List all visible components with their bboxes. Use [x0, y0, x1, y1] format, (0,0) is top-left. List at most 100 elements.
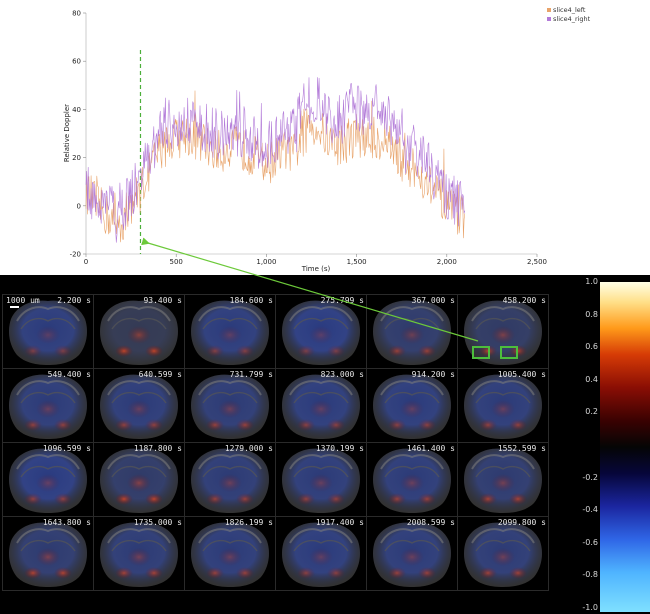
y-tick-label: 80	[72, 10, 81, 18]
brain-tile: 731.799 s	[184, 368, 276, 443]
tile-time-label: 1187.800 s	[133, 444, 182, 453]
tile-time-label: 1643.800 s	[42, 518, 91, 527]
tile-time-label: 2.200 s	[57, 296, 91, 305]
colorbar-tick-label: -0.4	[582, 505, 598, 515]
tile-time-label: 93.400 s	[143, 296, 182, 305]
tile-time-label: 1370.199 s	[315, 444, 364, 453]
colorbar-tick-label: -0.6	[582, 537, 598, 547]
brain-tile: 823.000 s	[275, 368, 367, 443]
tile-time-label: 1005.400 s	[497, 370, 546, 379]
colorbar-tick-label: -1.0	[582, 603, 598, 612]
doppler-line-chart: 0 500 1,000 1,500 2,000 2,500-20020406080 sli…	[63, 6, 591, 273]
brain-tile: 93.400 s	[93, 294, 185, 369]
brain-tile: 1187.800 s	[93, 442, 185, 517]
tile-time-label: 184.600 s	[229, 296, 273, 305]
legend-label: slice4_left	[553, 6, 586, 14]
brain-tile: 2099.800 s	[457, 516, 549, 591]
brain-tile: 549.400 s	[2, 368, 94, 443]
brain-slice-image	[282, 448, 360, 513]
y-tick-label: 20	[72, 154, 81, 162]
scale-bar-label: 1000 um	[6, 296, 40, 305]
x-tick-label: 0	[84, 258, 88, 266]
brain-tile: 1370.199 s	[275, 442, 367, 517]
tile-time-label: 1917.400 s	[315, 518, 364, 527]
x-tick-label: 2,500	[527, 258, 547, 266]
tile-time-label: 914.200 s	[411, 370, 455, 379]
tile-time-label: 1552.599 s	[497, 444, 546, 453]
brain-tile: 2.200 s 1000 um	[2, 294, 94, 369]
colorbar-tick-label: 0.6	[585, 342, 598, 352]
brain-tile: 275.799 s	[275, 294, 367, 369]
brain-slice-image	[100, 300, 178, 365]
tile-time-label: 549.400 s	[47, 370, 91, 379]
brain-tile: 1096.599 s	[2, 442, 94, 517]
y-tick-label: 0	[77, 202, 81, 210]
tile-time-label: 367.000 s	[411, 296, 455, 305]
brain-slice-image	[373, 522, 451, 587]
brain-tile: 1552.599 s	[457, 442, 549, 517]
tile-time-label: 823.000 s	[320, 370, 364, 379]
brain-slice-image	[282, 374, 360, 439]
tile-time-label: 1826.199 s	[224, 518, 273, 527]
brain-tile: 1279.000 s	[184, 442, 276, 517]
y-tick-label: -20	[70, 251, 81, 259]
brain-tile: 458.200 s	[457, 294, 549, 369]
colorbar-tick-label: 0.2	[585, 407, 598, 417]
brain-slice-image	[9, 522, 87, 587]
roi-box	[500, 346, 518, 359]
brain-montage-panel: 2.200 s 1000 um 93.400 s 184.600 s 275.799 s…	[0, 275, 650, 614]
brain-tile: 367.000 s	[366, 294, 458, 369]
brain-slice-image	[191, 448, 269, 513]
brain-slice-image	[373, 374, 451, 439]
tile-time-label: 2008.599 s	[406, 518, 455, 527]
brain-tile: 184.600 s	[184, 294, 276, 369]
tile-time-label: 1461.400 s	[406, 444, 455, 453]
colorbar	[600, 282, 650, 612]
legend-swatch	[547, 17, 551, 21]
brain-slice-image	[282, 522, 360, 587]
legend-swatch	[547, 8, 551, 12]
brain-slice-image	[100, 374, 178, 439]
brain-slice-image	[191, 374, 269, 439]
chart-legend: slice4_leftslice4_right	[547, 6, 591, 23]
brain-slice-image	[373, 300, 451, 365]
brain-tile: 1917.400 s	[275, 516, 367, 591]
chart-axes: 0 500 1,000 1,500 2,000 2,500-20020406080	[70, 10, 547, 267]
tile-time-label: 458.200 s	[502, 296, 546, 305]
tile-time-label: 1279.000 s	[224, 444, 273, 453]
brain-slice-image	[191, 522, 269, 587]
tile-time-label: 1096.599 s	[42, 444, 91, 453]
brain-slice-image	[464, 374, 542, 439]
brain-slice-image	[464, 522, 542, 587]
brain-slice-image	[9, 448, 87, 513]
tile-time-label: 275.799 s	[320, 296, 364, 305]
chart-series	[85, 77, 466, 243]
brain-slice-image	[191, 300, 269, 365]
series-line-slice4_right	[85, 77, 466, 243]
tile-time-label: 640.599 s	[138, 370, 182, 379]
brain-slice-image	[100, 448, 178, 513]
legend-label: slice4_right	[553, 15, 591, 23]
tile-time-label: 2099.800 s	[497, 518, 546, 527]
x-tick-label: 1,500	[347, 258, 367, 266]
tile-time-label: 1735.000 s	[133, 518, 182, 527]
brain-tile: 914.200 s	[366, 368, 458, 443]
x-tick-label: 500	[170, 258, 183, 266]
colorbar-tick-label: -0.2	[582, 472, 598, 482]
colorbar-tick-label: -0.8	[582, 570, 598, 580]
brain-tile: 2008.599 s	[366, 516, 458, 591]
brain-slice-image	[464, 448, 542, 513]
y-tick-label: 40	[72, 106, 81, 114]
x-tick-label: 1,000	[256, 258, 276, 266]
x-tick-label: 2,000	[437, 258, 457, 266]
brain-slice-image	[373, 448, 451, 513]
colorbar-tick-label: 0.8	[585, 309, 598, 319]
colorbar-tick-label: 1.0	[585, 277, 598, 286]
y-axis-label: Relative Doppler	[63, 104, 71, 162]
brain-tile: 1826.199 s	[184, 516, 276, 591]
x-axis-label: Time (s)	[301, 265, 331, 273]
montage-grid: 2.200 s 1000 um 93.400 s 184.600 s 275.799 s…	[0, 294, 549, 595]
scale-bar	[10, 306, 19, 308]
brain-tile: 1005.400 s	[457, 368, 549, 443]
y-tick-label: 60	[72, 58, 81, 66]
